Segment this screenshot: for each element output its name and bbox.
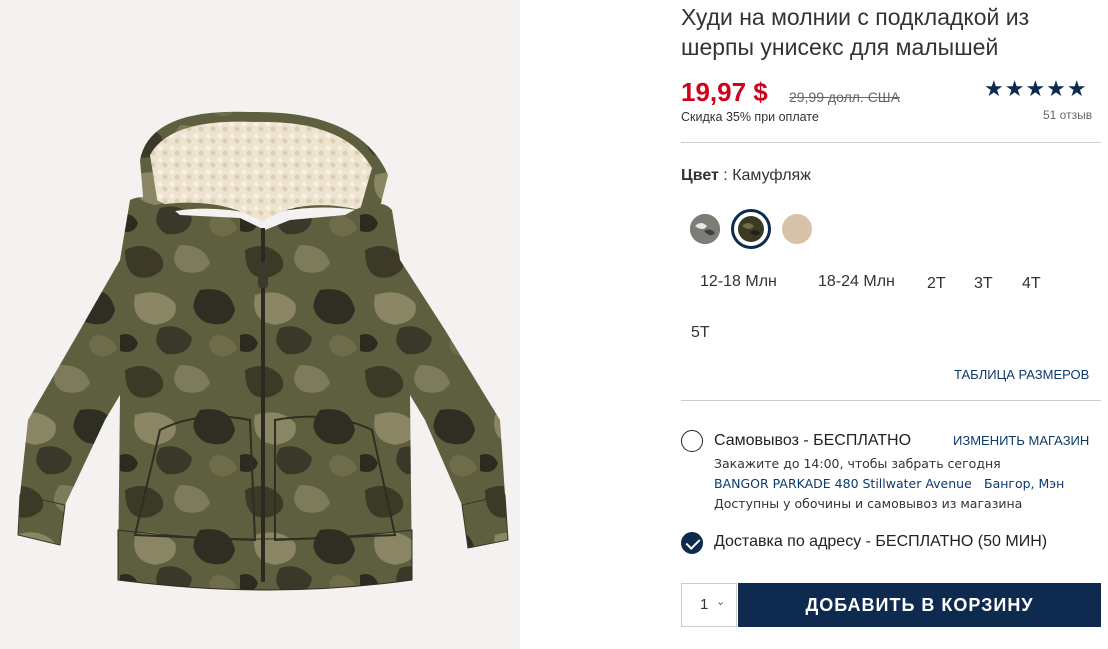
divider (681, 142, 1101, 143)
size-option[interactable]: 4T (1022, 275, 1041, 293)
color-row: Цвет : Камуфляж (681, 167, 811, 185)
divider (681, 400, 1101, 401)
pickup-order-by: Закажите до 14:00, чтобы забрать сегодня (714, 456, 1001, 471)
camo-hoodie-image (17, 111, 509, 591)
size-option[interactable]: 5T (691, 324, 710, 342)
sale-price: 19,97 $ (681, 77, 768, 107)
size-option[interactable]: 18-24 Млн (818, 273, 895, 291)
camo-olive-swatch-icon (738, 216, 764, 242)
store-address-link[interactable]: BANGOR PARKADE 480 Stillwater Avenue (714, 476, 972, 491)
chevron-down-icon: ⌄ (716, 596, 726, 608)
rating-stars-icon[interactable]: ★★★★★ (984, 76, 1088, 102)
store-city-link[interactable]: Бангор, Мэн (984, 476, 1064, 491)
quantity-select[interactable]: 1 ⌄ (681, 583, 737, 627)
color-value: Камуфляж (732, 167, 811, 184)
reviews-count[interactable]: 51 отзыв (1043, 108, 1092, 122)
swatch-camo-grey[interactable] (690, 214, 720, 244)
size-option[interactable]: 2T (927, 275, 946, 293)
change-store-link[interactable]: ИЗМЕНИТЬ МАГАЗИН (953, 433, 1089, 448)
product-title: Худи на молнии с подкладкой из шерпы уни… (681, 4, 1030, 60)
color-separator: : (718, 167, 733, 184)
size-chart-link[interactable]: ТАБЛИЦА РАЗМЕРОВ (954, 367, 1089, 382)
color-label: Цвет (681, 167, 719, 184)
delivery-label-text: Доставка по адресу - БЕСПЛАТНО (714, 533, 974, 550)
pickup-radio[interactable] (681, 430, 703, 452)
add-to-cart-button[interactable]: ДОБАВИТЬ В КОРЗИНУ (738, 583, 1101, 627)
swatch-camo-olive-selected[interactable] (731, 209, 771, 249)
delivery-radio[interactable] (681, 532, 703, 554)
product-image[interactable] (0, 0, 520, 649)
pickup-label[interactable]: Самовывоз - БЕСПЛАТНО (714, 432, 911, 450)
delivery-label[interactable]: Доставка по адресу - БЕСПЛАТНО (50 МИН) (714, 533, 1047, 551)
original-price: 29,99 долл. США (789, 89, 900, 105)
quantity-value: 1 (700, 596, 709, 613)
camo-grey-swatch-icon (690, 214, 720, 244)
swatch-oatmeal[interactable] (782, 214, 812, 244)
size-option[interactable]: 12-18 Млн (700, 273, 777, 291)
delivery-time: (50 МИН) (977, 533, 1048, 550)
pickup-availability: Доступны у обочины и самовывоз из магази… (714, 496, 1023, 511)
discount-text: Скидка 35% при оплате (681, 110, 819, 124)
size-option[interactable]: 3T (974, 275, 993, 293)
